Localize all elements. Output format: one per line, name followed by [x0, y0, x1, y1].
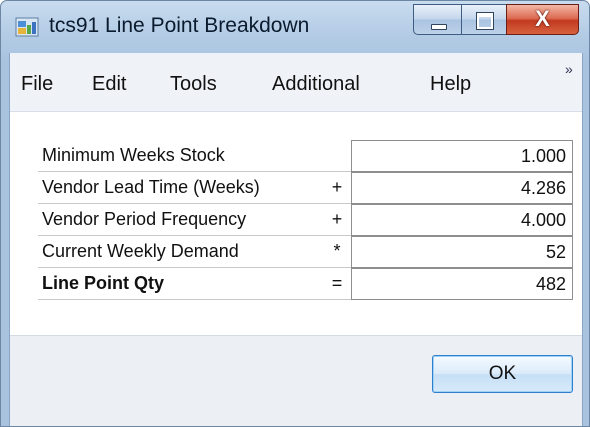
- row-value-total: 482: [351, 268, 573, 300]
- row-minimum-weeks-stock: Minimum Weeks Stock 1.000: [38, 140, 586, 172]
- row-label: Vendor Period Frequency: [42, 209, 247, 229]
- title-bar[interactable]: tcs91 Line Point Breakdown X: [1, 1, 589, 53]
- minimize-button[interactable]: [413, 4, 462, 35]
- row-operator: *: [333, 241, 341, 261]
- menu-bar: File Edit Tools Additional Help »: [10, 53, 582, 112]
- menu-tools[interactable]: Tools: [170, 73, 217, 96]
- menu-overflow-chevron-icon[interactable]: »: [565, 61, 573, 77]
- row-vendor-period-frequency: Vendor Period Frequency + 4.000: [38, 204, 586, 236]
- row-line-point-qty: Line Point Qty = 482: [38, 268, 586, 300]
- minimize-icon: [431, 24, 447, 30]
- ok-button[interactable]: OK: [432, 355, 573, 393]
- row-value: 4.000: [351, 204, 573, 236]
- maximize-icon: [476, 12, 494, 30]
- caption-buttons: X: [413, 4, 579, 36]
- row-label: Minimum Weeks Stock: [42, 145, 225, 165]
- close-button[interactable]: X: [506, 4, 579, 35]
- row-value: 52: [351, 236, 573, 268]
- close-icon: X: [535, 6, 550, 31]
- dialog-window: tcs91 Line Point Breakdown X File Edit T…: [0, 0, 590, 427]
- row-vendor-lead-time: Vendor Lead Time (Weeks) + 4.286: [38, 172, 586, 204]
- menu-help[interactable]: Help: [430, 73, 471, 96]
- row-label: Vendor Lead Time (Weeks): [42, 177, 260, 197]
- menu-additional[interactable]: Additional: [272, 73, 360, 96]
- menu-file[interactable]: File: [21, 73, 53, 96]
- row-operator: +: [331, 209, 343, 229]
- row-label-total: Line Point Qty: [42, 273, 165, 293]
- maximize-button[interactable]: [461, 4, 507, 35]
- row-value: 4.286: [351, 172, 573, 204]
- row-label: Current Weekly Demand: [42, 241, 239, 261]
- app-icon: [15, 17, 39, 37]
- button-bar: OK: [10, 335, 582, 426]
- menu-edit[interactable]: Edit: [92, 73, 126, 96]
- row-current-weekly-demand: Current Weekly Demand * 52: [38, 236, 586, 268]
- row-value: 1.000: [351, 140, 573, 172]
- dialog-client: File Edit Tools Additional Help » Minimu…: [9, 53, 586, 426]
- row-operator: =: [331, 273, 343, 293]
- row-operator: +: [331, 177, 343, 197]
- window-title: tcs91 Line Point Breakdown: [49, 14, 310, 37]
